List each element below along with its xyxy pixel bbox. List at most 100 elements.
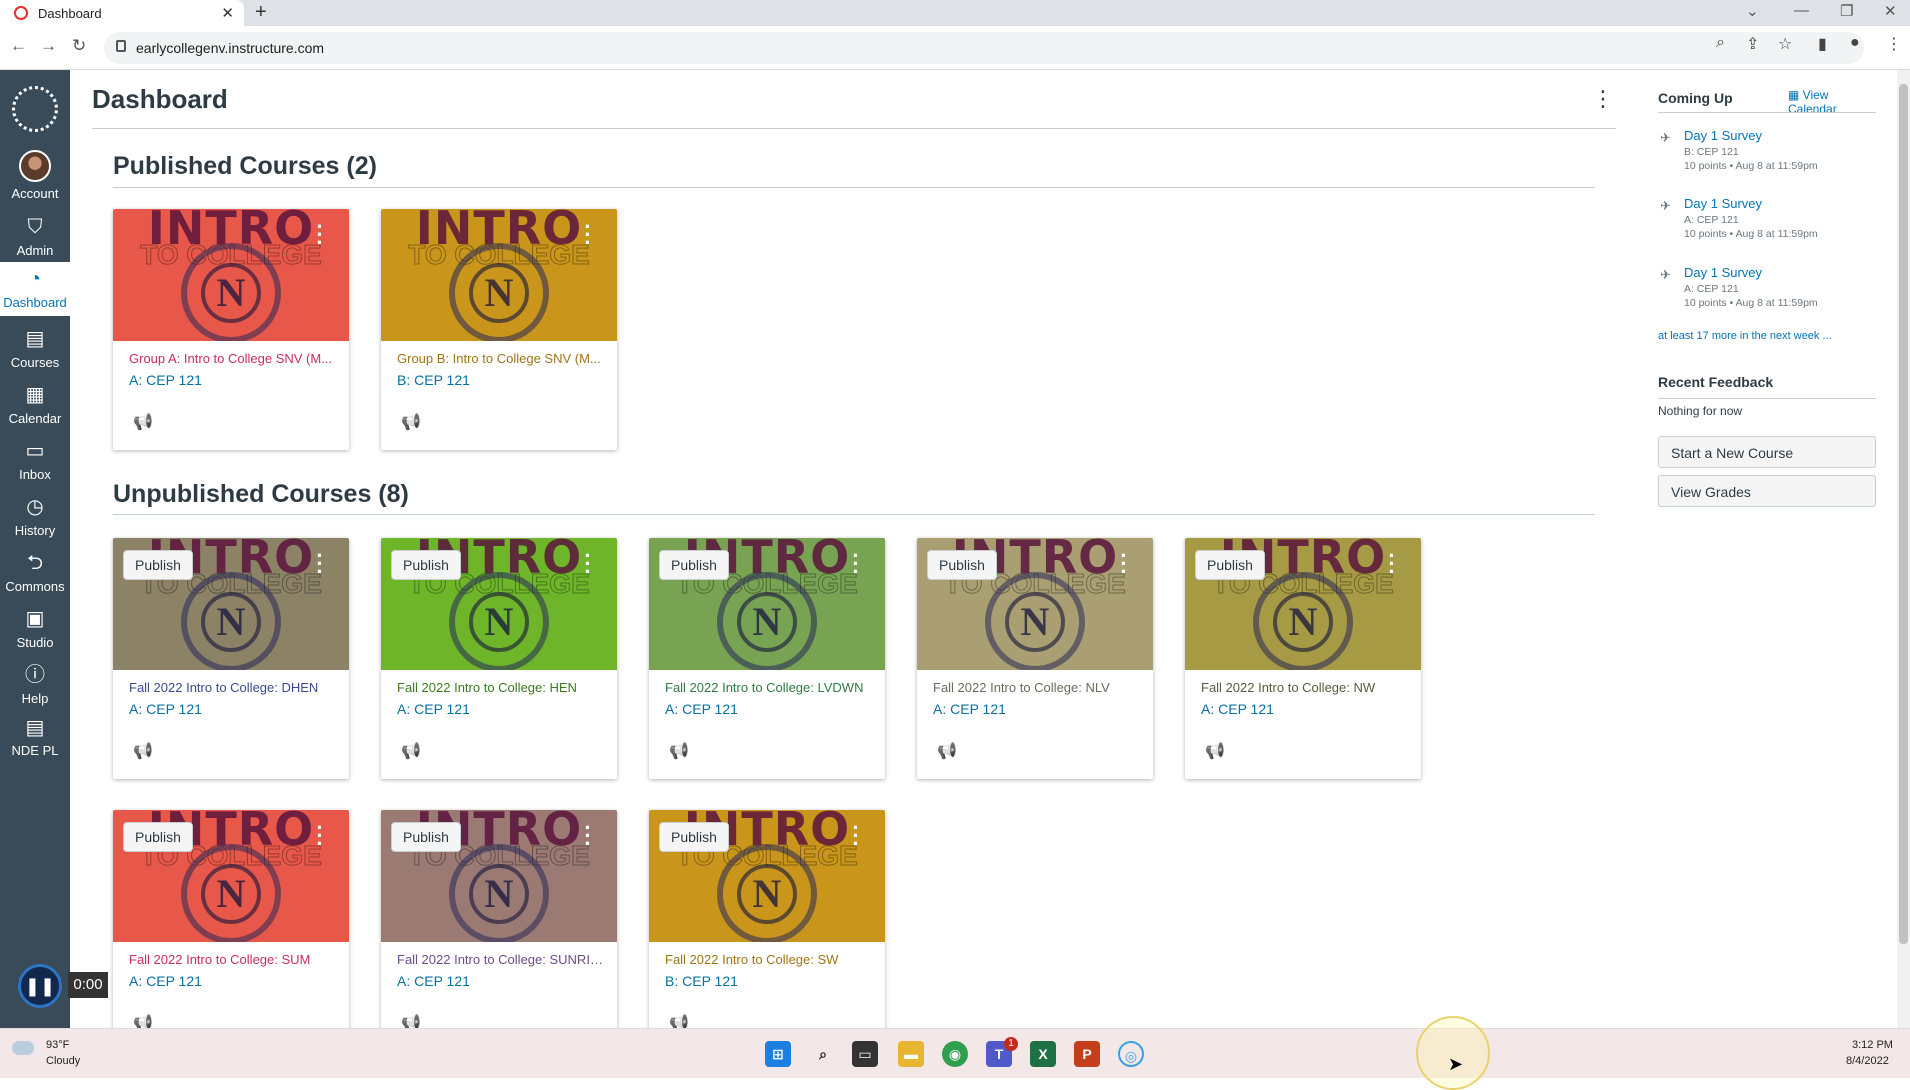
browser-tab[interactable]: Dashboard ✕ [0, 0, 244, 26]
course-card-hero[interactable]: INTRO TO COLLEGE N · · · Publish [1185, 538, 1421, 670]
todo-item[interactable]: ✈ Day 1 Survey A: CEP 121 10 points • Au… [1658, 265, 1876, 325]
card-options-icon[interactable]: · · · [1387, 545, 1397, 583]
publish-button[interactable]: Publish [391, 822, 461, 852]
card-options-icon[interactable]: · · · [851, 545, 861, 583]
course-card-hero[interactable]: INTRO TO COLLEGE N · · · Publish [917, 538, 1153, 670]
publish-button[interactable]: Publish [123, 550, 193, 580]
zoom-icon[interactable]: ⌕ [1716, 34, 1725, 52]
nav-account[interactable]: Account [0, 150, 70, 201]
publish-button[interactable]: Publish [123, 822, 193, 852]
publish-button[interactable]: Publish [391, 550, 461, 580]
nav-commons[interactable]: ⮌ Commons [0, 550, 70, 594]
course-card[interactable]: INTRO TO COLLEGE N · · · Publish Fall 2022 Intr… [649, 538, 885, 779]
share-icon[interactable]: ⇪ [1746, 34, 1759, 54]
course-card-hero[interactable]: INTRO TO COLLEGE N · · · Publish [113, 538, 349, 670]
announcement-icon[interactable]: 📢 [133, 741, 153, 761]
course-card[interactable]: INTRO TO COLLEGE N · · · Publish Fall 2022 Intr… [113, 810, 349, 1051]
card-options-icon[interactable]: · · · [1119, 545, 1129, 583]
powerpoint-icon[interactable]: P [1074, 1041, 1100, 1067]
course-card-title[interactable]: Fall 2022 Intro to College: HEN [397, 680, 607, 695]
nav-admin[interactable]: ⛉ Admin [0, 214, 70, 258]
todo-item[interactable]: ✈ Day 1 Survey B: CEP 121 10 points • Au… [1658, 128, 1876, 188]
publish-button[interactable]: Publish [659, 550, 729, 580]
more-todos-link[interactable]: at least 17 more in the next week ... [1658, 330, 1832, 342]
course-card-title[interactable]: Fall 2022 Intro to College: LVDWN [665, 680, 875, 695]
view-grades-button[interactable]: View Grades [1658, 475, 1876, 507]
course-card-hero[interactable]: INTRO TO COLLEGE N · · · Publish [381, 810, 617, 942]
address-bar[interactable]: earlycollegenv.instructure.com [104, 32, 1864, 64]
announcement-icon[interactable]: 📢 [401, 412, 421, 432]
course-card-hero[interactable]: INTRO TO COLLEGE N · · · Publish [649, 538, 885, 670]
start-new-course-button[interactable]: Start a New Course [1658, 436, 1876, 468]
publish-button[interactable]: Publish [927, 550, 997, 580]
nav-inbox[interactable]: ▭ Inbox [0, 438, 70, 482]
nav-courses[interactable]: ▤ Courses [0, 326, 70, 370]
card-options-icon[interactable]: · · · [583, 216, 593, 254]
course-card[interactable]: INTRO TO COLLEGE N · · · Publish Fall 2022 Intr… [381, 538, 617, 779]
excel-icon[interactable]: X [1030, 1041, 1056, 1067]
todo-title[interactable]: Day 1 Survey [1684, 128, 1762, 143]
card-options-icon[interactable]: · · · [851, 817, 861, 855]
announcement-icon[interactable]: 📢 [1205, 741, 1225, 761]
search-icon[interactable]: ⌕ [810, 1041, 836, 1067]
nav-nde-pl[interactable]: ▤ NDE PL [3, 718, 67, 761]
publish-button[interactable]: Publish [659, 822, 729, 852]
todo-item[interactable]: ✈ Day 1 Survey A: CEP 121 10 points • Au… [1658, 196, 1876, 256]
course-card-hero[interactable]: INTRO TO COLLEGE N · · · [381, 209, 617, 341]
course-card[interactable]: INTRO TO COLLEGE N · · · Group B: Intro to Col… [381, 209, 617, 450]
nav-studio[interactable]: ▣ Studio [0, 606, 70, 650]
tab-search-icon[interactable]: ⌄ [1746, 2, 1759, 20]
todo-title[interactable]: Day 1 Survey [1684, 196, 1762, 211]
course-card-title[interactable]: Fall 2022 Intro to College: SUNRISE [397, 952, 607, 967]
minimize-icon[interactable]: — [1794, 2, 1809, 19]
file-explorer-icon[interactable]: ▬ [898, 1041, 924, 1067]
nav-dashboard[interactable]: ◔ Dashboard [0, 262, 70, 316]
course-card[interactable]: INTRO TO COLLEGE N · · · Publish Fall 2022 Intr… [113, 538, 349, 779]
nav-help[interactable]: ⓘ Help [0, 662, 70, 706]
card-options-icon[interactable]: · · · [315, 545, 325, 583]
card-options-icon[interactable]: · · · [315, 817, 325, 855]
close-window-icon[interactable]: ✕ [1884, 2, 1897, 20]
course-card[interactable]: INTRO TO COLLEGE N · · · Group A: Intro to Col… [113, 209, 349, 450]
nav-history[interactable]: ◷ History [0, 494, 70, 538]
back-icon[interactable]: ← [10, 36, 27, 56]
course-card-title[interactable]: Fall 2022 Intro to College: SW [665, 952, 875, 967]
course-card[interactable]: INTRO TO COLLEGE N · · · Publish Fall 2022 Intr… [1185, 538, 1421, 779]
course-card-title[interactable]: Fall 2022 Intro to College: NW [1201, 680, 1411, 695]
close-tab-icon[interactable]: ✕ [221, 4, 234, 22]
announcement-icon[interactable]: 📢 [401, 741, 421, 761]
canvas-logo[interactable] [12, 86, 58, 132]
course-card[interactable]: INTRO TO COLLEGE N · · · Publish Fall 2022 Intr… [649, 810, 885, 1051]
publish-button[interactable]: Publish [1195, 550, 1265, 580]
card-options-icon[interactable]: · · · [315, 216, 325, 254]
dashboard-options-icon[interactable]: ⋮ [1592, 86, 1614, 112]
course-card-hero[interactable]: INTRO TO COLLEGE N · · · Publish [649, 810, 885, 942]
course-card-title[interactable]: Fall 2022 Intro to College: DHEN [129, 680, 339, 695]
restore-icon[interactable]: ❐ [1840, 2, 1853, 20]
forward-icon[interactable]: → [40, 36, 57, 56]
announcement-icon[interactable]: 📢 [937, 741, 957, 761]
course-card-title[interactable]: Fall 2022 Intro to College: SUM [129, 952, 339, 967]
announcement-icon[interactable]: 📢 [669, 741, 689, 761]
course-card-title[interactable]: Fall 2022 Intro to College: NLV [933, 680, 1143, 695]
course-card-title[interactable]: Group B: Intro to College SNV (M... [397, 351, 607, 366]
course-card-title[interactable]: Group A: Intro to College SNV (M... [129, 351, 339, 366]
screen-recorder-icon[interactable]: ◎ [1118, 1041, 1144, 1067]
course-card[interactable]: INTRO TO COLLEGE N · · · Publish Fall 2022 Intr… [381, 810, 617, 1051]
course-card-hero[interactable]: INTRO TO COLLEGE N · · · Publish [113, 810, 349, 942]
todo-title[interactable]: Day 1 Survey [1684, 265, 1762, 280]
profile-icon[interactable]: ● [1850, 34, 1860, 52]
reload-icon[interactable]: ↻ [72, 36, 86, 56]
course-card-hero[interactable]: INTRO TO COLLEGE N · · · [113, 209, 349, 341]
pause-icon[interactable]: ❚❚ [18, 964, 62, 1008]
task-view-icon[interactable]: ▭ [852, 1041, 878, 1067]
announcement-icon[interactable]: 📢 [133, 412, 153, 432]
side-panel-icon[interactable]: ▮ [1818, 34, 1827, 54]
card-options-icon[interactable]: · · · [583, 817, 593, 855]
new-tab-icon[interactable]: + [255, 1, 267, 24]
windows-start-icon[interactable]: ⊞ [765, 1041, 791, 1067]
browser-menu-icon[interactable]: ⋮ [1886, 34, 1902, 54]
course-card[interactable]: INTRO TO COLLEGE N · · · Publish Fall 2022 Intr… [917, 538, 1153, 779]
scrollbar-thumb[interactable] [1899, 84, 1908, 944]
card-options-icon[interactable]: · · · [583, 545, 593, 583]
